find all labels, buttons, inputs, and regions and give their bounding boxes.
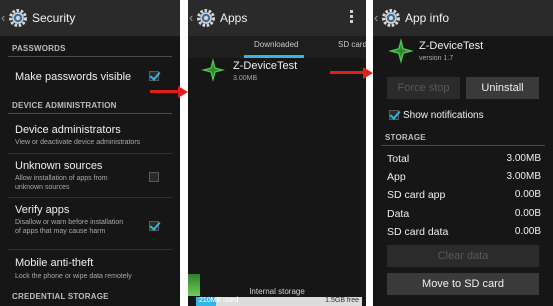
storage-free-text: 1.5GB free (325, 297, 359, 304)
page-title: Security (32, 11, 76, 25)
security-action-bar: ‹ Security (0, 0, 180, 36)
app-size: 3.00MB (233, 75, 258, 82)
storage-row-app-value: 3.00MB (506, 171, 541, 182)
storage-row-app-label: App (387, 171, 406, 183)
item-unknown-sources[interactable]: Unknown sources (15, 160, 102, 172)
list-divider (8, 153, 172, 154)
show-notifications-checkbox[interactable] (389, 110, 399, 120)
settings-gear-icon[interactable] (196, 8, 216, 28)
verify-apps-checkbox[interactable] (149, 221, 159, 231)
list-divider (8, 197, 172, 198)
tab-sd-card[interactable]: SD card (338, 40, 366, 49)
app-info-screen: ‹ App info Z-DeviceTest version 1.7 Forc… (373, 0, 553, 306)
back-chevron-icon[interactable]: ‹ (374, 0, 379, 36)
storage-row-total-label: Total (387, 153, 410, 165)
app-name[interactable]: Z-DeviceTest (233, 60, 297, 72)
app-info-action-bar: ‹ App info (373, 0, 553, 36)
list-divider (8, 249, 172, 250)
show-notifications-label[interactable]: Show notifications (403, 110, 484, 121)
item-mobile-anti-theft-subtitle: Lock the phone or wipe data remotely (15, 273, 132, 280)
storage-row-data-label: Data (387, 208, 410, 220)
apps-screen: ‹ Apps Downloaded SD card Z-DeviceTest 3… (188, 0, 366, 306)
red-arrow-icon (330, 67, 373, 79)
apps-tab-strip: Downloaded SD card (188, 36, 366, 58)
storage-row-sd-card-data-label: SD card data (387, 226, 449, 238)
item-device-administrators-subtitle: View or deactivate device administrators (15, 139, 141, 146)
settings-gear-icon[interactable] (381, 8, 401, 28)
section-divider (381, 145, 545, 146)
storage-row-sd-card-data-value: 0.00B (514, 226, 541, 237)
storage-bar: 210MB used 1.5GB free (196, 297, 362, 306)
page-title: Apps (220, 11, 248, 25)
storage-row-sd-card-app-label: SD card app (387, 189, 446, 201)
section-divider (8, 56, 172, 57)
item-make-passwords-visible[interactable]: Make passwords visible (15, 71, 131, 83)
page-title: App info (405, 11, 450, 25)
back-chevron-icon[interactable]: ‹ (189, 0, 194, 36)
security-screen: ‹ Security PASSWORDS Make passwords visi… (0, 0, 180, 306)
clear-data-button[interactable]: Clear data (387, 245, 539, 267)
unknown-sources-checkbox[interactable] (149, 172, 159, 182)
app-name: Z-DeviceTest (419, 40, 484, 52)
overflow-menu-icon[interactable] (350, 10, 354, 26)
tab-downloaded[interactable]: Downloaded (254, 40, 298, 49)
item-device-administrators[interactable]: Device administrators (15, 124, 121, 136)
item-unknown-sources-subtitle: Allow installation of apps from unknown … (15, 175, 108, 191)
section-header-device-administration: DEVICE ADMINISTRATION (12, 101, 117, 110)
item-verify-apps-subtitle: Disallow or warn before installation of … (15, 219, 124, 235)
app-version: version 1.7 (419, 55, 454, 62)
section-header-credential-storage: CREDENTIAL STORAGE (12, 292, 109, 301)
tab-indicator (244, 55, 304, 58)
make-passwords-visible-checkbox[interactable] (149, 71, 159, 81)
move-to-sd-card-button[interactable]: Move to SD card (387, 273, 539, 295)
force-stop-button[interactable]: Force stop (387, 77, 460, 99)
uninstall-button[interactable]: Uninstall (466, 77, 539, 99)
storage-label: Internal storage (249, 287, 305, 296)
storage-row-total-value: 3.00MB (506, 153, 541, 164)
item-verify-apps[interactable]: Verify apps (15, 204, 69, 216)
item-mobile-anti-theft[interactable]: Mobile anti-theft (15, 257, 93, 269)
section-header-storage: STORAGE (385, 133, 426, 142)
section-divider (8, 113, 172, 114)
z-devicetest-app-icon (201, 58, 225, 82)
apps-action-bar: ‹ Apps (188, 0, 366, 36)
storage-row-data-value: 0.00B (514, 208, 541, 219)
storage-row-sd-card-app-value: 0.00B (514, 189, 541, 200)
back-chevron-icon[interactable]: ‹ (1, 0, 6, 36)
settings-gear-icon[interactable] (8, 8, 28, 28)
section-header-passwords: PASSWORDS (12, 44, 66, 53)
red-arrow-icon (150, 86, 188, 98)
z-devicetest-app-icon (388, 38, 414, 64)
storage-used-text: 210MB used (199, 297, 239, 304)
